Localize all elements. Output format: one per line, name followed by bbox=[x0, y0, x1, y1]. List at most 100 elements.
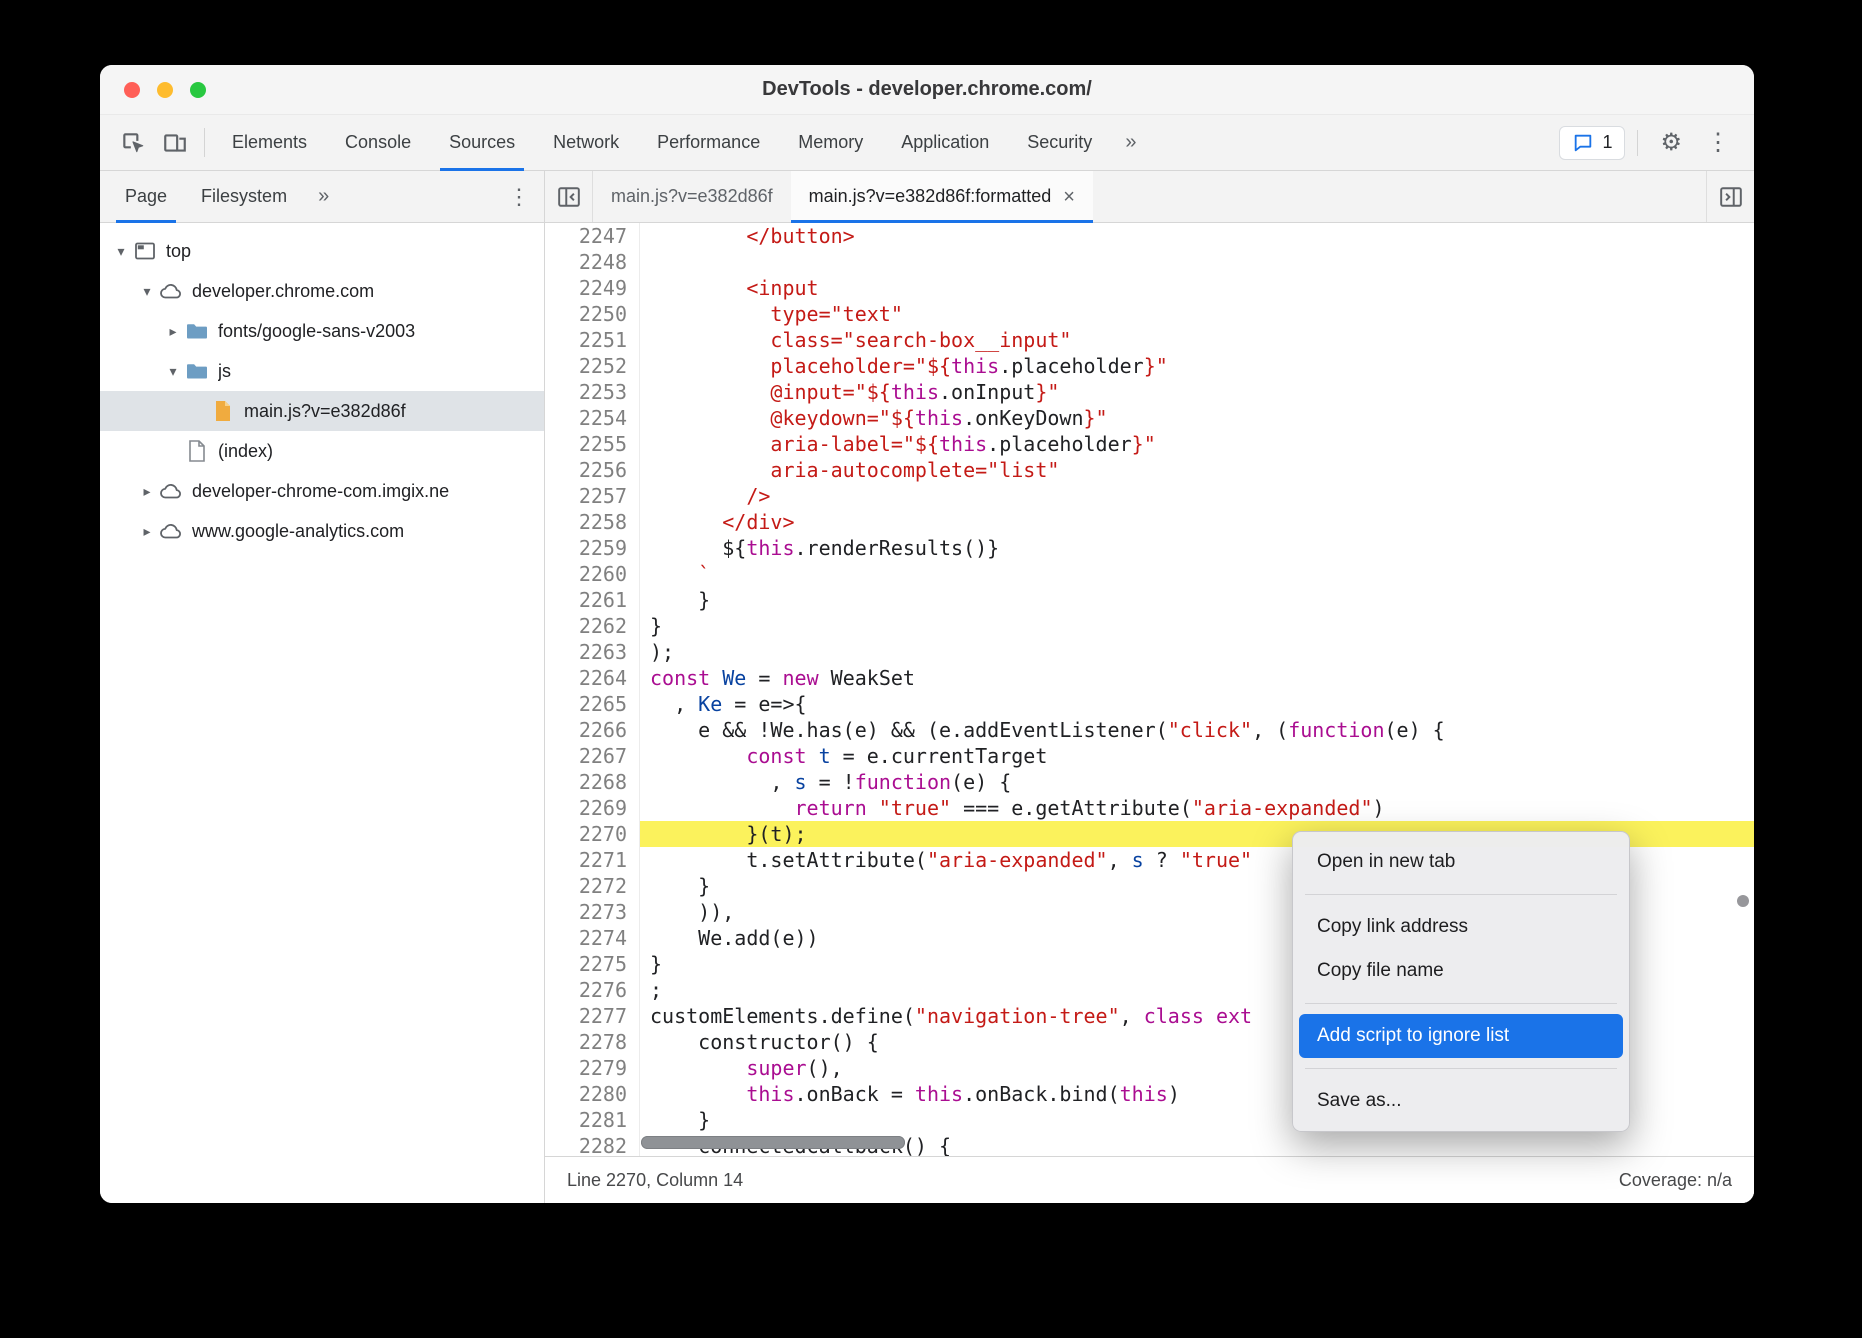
editor-tab-main-js-v-e382d86f[interactable]: main.js?v=e382d86f bbox=[593, 171, 791, 222]
line-number-2259[interactable]: 2259 bbox=[545, 535, 640, 561]
line-number-2264[interactable]: 2264 bbox=[545, 665, 640, 691]
zoom-window-button[interactable] bbox=[190, 82, 206, 98]
sidebar-tab-filesystem[interactable]: Filesystem bbox=[184, 171, 304, 222]
panel-tab-elements[interactable]: Elements bbox=[213, 115, 326, 170]
menu-item-save-as[interactable]: Save as... bbox=[1299, 1079, 1623, 1123]
disclosure-expanded-icon[interactable]: ▾ bbox=[162, 363, 184, 380]
tree-item-developer-chrome-com-imgix-ne[interactable]: ▸developer-chrome-com.imgix.ne bbox=[100, 471, 544, 511]
line-number-2274[interactable]: 2274 bbox=[545, 925, 640, 951]
line-number-2272[interactable]: 2272 bbox=[545, 873, 640, 899]
line-number-2250[interactable]: 2250 bbox=[545, 301, 640, 327]
device-toolbar-icon[interactable] bbox=[154, 115, 196, 170]
code-line-2262[interactable]: 2262} bbox=[545, 613, 1754, 639]
editor-tab-main-js-v-e382d86f-formatted[interactable]: main.js?v=e382d86f:formatted× bbox=[791, 171, 1093, 222]
code-line-2250[interactable]: 2250 type="text" bbox=[545, 301, 1754, 327]
code-line-2268[interactable]: 2268 , s = !function(e) { bbox=[545, 769, 1754, 795]
code-line-2255[interactable]: 2255 aria-label="${this.placeholder}" bbox=[545, 431, 1754, 457]
code-line-2249[interactable]: 2249 <input bbox=[545, 275, 1754, 301]
disclosure-expanded-icon[interactable]: ▾ bbox=[136, 283, 158, 300]
code-line-2263[interactable]: 2263); bbox=[545, 639, 1754, 665]
line-number-2252[interactable]: 2252 bbox=[545, 353, 640, 379]
console-messages-button[interactable]: 1 bbox=[1559, 126, 1625, 160]
code-line-2259[interactable]: 2259 ${this.renderResults()} bbox=[545, 535, 1754, 561]
disclosure-collapsed-icon[interactable]: ▸ bbox=[162, 323, 184, 340]
kebab-menu-icon[interactable]: ⋮ bbox=[1696, 128, 1740, 157]
code-line-2265[interactable]: 2265 , Ke = e=>{ bbox=[545, 691, 1754, 717]
panel-tab-security[interactable]: Security bbox=[1008, 115, 1111, 170]
code-line-2269[interactable]: 2269 return "true" === e.getAttribute("a… bbox=[545, 795, 1754, 821]
line-number-2281[interactable]: 2281 bbox=[545, 1107, 640, 1133]
line-number-2270[interactable]: 2270 bbox=[545, 821, 640, 847]
inspect-element-icon[interactable] bbox=[112, 115, 154, 170]
more-navigator-tabs-chevron[interactable]: » bbox=[304, 171, 343, 222]
panel-tab-console[interactable]: Console bbox=[326, 115, 430, 170]
line-number-2260[interactable]: 2260 bbox=[545, 561, 640, 587]
line-number-2256[interactable]: 2256 bbox=[545, 457, 640, 483]
line-number-2262[interactable]: 2262 bbox=[545, 613, 640, 639]
line-number-2254[interactable]: 2254 bbox=[545, 405, 640, 431]
line-number-2257[interactable]: 2257 bbox=[545, 483, 640, 509]
more-panels-chevron[interactable]: » bbox=[1111, 115, 1150, 170]
panel-tab-network[interactable]: Network bbox=[534, 115, 638, 170]
code-line-2258[interactable]: 2258 </div> bbox=[545, 509, 1754, 535]
menu-item-copy-file-name[interactable]: Copy file name bbox=[1299, 949, 1623, 993]
hide-navigator-icon[interactable] bbox=[545, 171, 593, 222]
code-line-2256[interactable]: 2256 aria-autocomplete="list" bbox=[545, 457, 1754, 483]
panel-tab-application[interactable]: Application bbox=[882, 115, 1008, 170]
line-number-2255[interactable]: 2255 bbox=[545, 431, 640, 457]
code-line-2252[interactable]: 2252 placeholder="${this.placeholder}" bbox=[545, 353, 1754, 379]
code-line-2254[interactable]: 2254 @keydown="${this.onKeyDown}" bbox=[545, 405, 1754, 431]
minimize-window-button[interactable] bbox=[157, 82, 173, 98]
line-number-2277[interactable]: 2277 bbox=[545, 1003, 640, 1029]
line-number-2265[interactable]: 2265 bbox=[545, 691, 640, 717]
line-number-2247[interactable]: 2247 bbox=[545, 223, 640, 249]
disclosure-expanded-icon[interactable]: ▾ bbox=[110, 243, 132, 260]
tree-item-index[interactable]: (index) bbox=[100, 431, 544, 471]
code-line-2253[interactable]: 2253 @input="${this.onInput}" bbox=[545, 379, 1754, 405]
code-line-2264[interactable]: 2264const We = new WeakSet bbox=[545, 665, 1754, 691]
line-number-2271[interactable]: 2271 bbox=[545, 847, 640, 873]
line-number-2279[interactable]: 2279 bbox=[545, 1055, 640, 1081]
code-line-2261[interactable]: 2261 } bbox=[545, 587, 1754, 613]
line-number-2276[interactable]: 2276 bbox=[545, 977, 640, 1003]
vertical-scrollbar-thumb[interactable] bbox=[1737, 895, 1749, 907]
code-line-2247[interactable]: 2247 </button> bbox=[545, 223, 1754, 249]
code-line-2260[interactable]: 2260 ` bbox=[545, 561, 1754, 587]
panel-tab-memory[interactable]: Memory bbox=[779, 115, 882, 170]
line-number-2263[interactable]: 2263 bbox=[545, 639, 640, 665]
tree-item-top[interactable]: ▾top bbox=[100, 231, 544, 271]
disclosure-collapsed-icon[interactable]: ▸ bbox=[136, 523, 158, 540]
code-line-2251[interactable]: 2251 class="search-box__input" bbox=[545, 327, 1754, 353]
disclosure-collapsed-icon[interactable]: ▸ bbox=[136, 483, 158, 500]
tree-item-www-google-analytics-com[interactable]: ▸www.google-analytics.com bbox=[100, 511, 544, 551]
horizontal-scrollbar-thumb[interactable] bbox=[641, 1136, 905, 1149]
navigator-kebab-menu-icon[interactable]: ⋮ bbox=[494, 171, 544, 222]
code-line-2248[interactable]: 2248 bbox=[545, 249, 1754, 275]
tree-item-main-js-v-e382d86f[interactable]: main.js?v=e382d86f bbox=[100, 391, 544, 431]
menu-item-add-script-to-ignore-list[interactable]: Add script to ignore list bbox=[1299, 1014, 1623, 1058]
line-number-2273[interactable]: 2273 bbox=[545, 899, 640, 925]
line-number-2280[interactable]: 2280 bbox=[545, 1081, 640, 1107]
show-debugger-sidebar-icon[interactable] bbox=[1706, 171, 1754, 222]
panel-tab-performance[interactable]: Performance bbox=[638, 115, 779, 170]
tree-item-js[interactable]: ▾js bbox=[100, 351, 544, 391]
line-number-2249[interactable]: 2249 bbox=[545, 275, 640, 301]
menu-item-open-in-new-tab[interactable]: Open in new tab bbox=[1299, 840, 1623, 884]
settings-gear-icon[interactable]: ⚙ bbox=[1650, 128, 1692, 157]
line-number-2266[interactable]: 2266 bbox=[545, 717, 640, 743]
tree-item-developer-chrome-com[interactable]: ▾developer.chrome.com bbox=[100, 271, 544, 311]
line-number-2269[interactable]: 2269 bbox=[545, 795, 640, 821]
line-number-2261[interactable]: 2261 bbox=[545, 587, 640, 613]
code-line-2266[interactable]: 2266 e && !We.has(e) && (e.addEventListe… bbox=[545, 717, 1754, 743]
close-window-button[interactable] bbox=[124, 82, 140, 98]
line-number-2268[interactable]: 2268 bbox=[545, 769, 640, 795]
code-line-2257[interactable]: 2257 /> bbox=[545, 483, 1754, 509]
code-line-2267[interactable]: 2267 const t = e.currentTarget bbox=[545, 743, 1754, 769]
line-number-2253[interactable]: 2253 bbox=[545, 379, 640, 405]
line-number-2275[interactable]: 2275 bbox=[545, 951, 640, 977]
tree-item-fonts-google-sans-v2003[interactable]: ▸fonts/google-sans-v2003 bbox=[100, 311, 544, 351]
sidebar-tab-page[interactable]: Page bbox=[108, 171, 184, 222]
line-number-2258[interactable]: 2258 bbox=[545, 509, 640, 535]
line-number-2282[interactable]: 2282 bbox=[545, 1133, 640, 1156]
line-number-2267[interactable]: 2267 bbox=[545, 743, 640, 769]
